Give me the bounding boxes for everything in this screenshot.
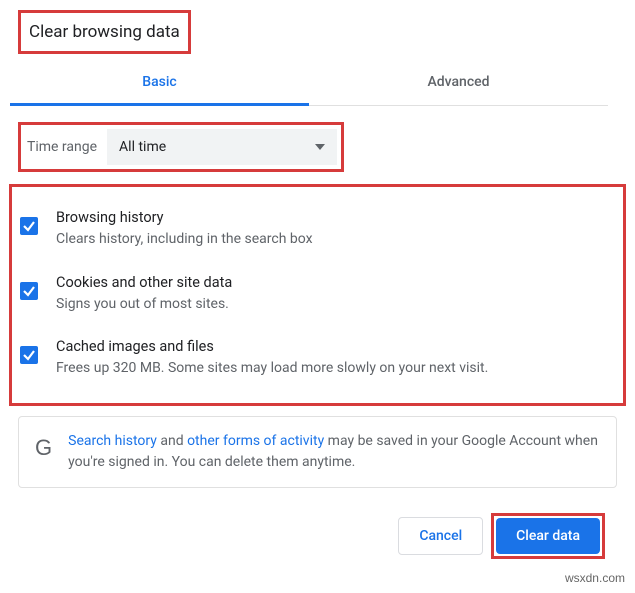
checkbox-cookies[interactable]	[20, 282, 38, 300]
time-range-row: Time range All time	[18, 122, 344, 172]
time-range-select[interactable]: All time	[107, 129, 337, 165]
option-title: Cookies and other site data	[56, 274, 615, 291]
option-browsing-history: Browsing history Clears history, includi…	[20, 197, 615, 262]
dialog-title: Clear browsing data	[18, 10, 191, 54]
option-title: Browsing history	[56, 209, 615, 226]
info-text-mid: and	[157, 433, 187, 449]
option-cookies: Cookies and other site data Signs you ou…	[20, 262, 615, 327]
checkbox-browsing-history[interactable]	[20, 217, 38, 235]
checkbox-cached[interactable]	[20, 346, 38, 364]
options-group: Browsing history Clears history, includi…	[9, 184, 626, 406]
cancel-button[interactable]: Cancel	[398, 517, 483, 555]
tab-basic[interactable]: Basic	[10, 60, 309, 106]
clear-data-button[interactable]: Clear data	[496, 518, 600, 554]
google-logo-icon: G	[35, 431, 52, 459]
time-range-value: All time	[119, 139, 166, 155]
time-range-label: Time range	[25, 139, 97, 155]
tab-bar: Basic Advanced	[10, 60, 608, 106]
clear-button-highlight: Clear data	[491, 513, 605, 559]
link-other-activity[interactable]: other forms of activity	[187, 433, 324, 449]
chevron-down-icon	[315, 144, 325, 150]
info-text: Search history and other forms of activi…	[68, 431, 600, 473]
link-search-history[interactable]: Search history	[68, 433, 157, 449]
option-desc: Clears history, including in the search …	[56, 230, 615, 250]
option-desc: Signs you out of most sites.	[56, 295, 615, 315]
watermark: wsxdn.com	[565, 571, 625, 585]
tab-advanced[interactable]: Advanced	[309, 60, 608, 105]
option-cached: Cached images and files Frees up 320 MB.…	[20, 326, 615, 391]
option-desc: Frees up 320 MB. Some sites may load mor…	[56, 359, 615, 379]
info-box: G Search history and other forms of acti…	[18, 416, 617, 488]
dialog-actions: Cancel Clear data	[398, 513, 605, 559]
option-title: Cached images and files	[56, 338, 615, 355]
